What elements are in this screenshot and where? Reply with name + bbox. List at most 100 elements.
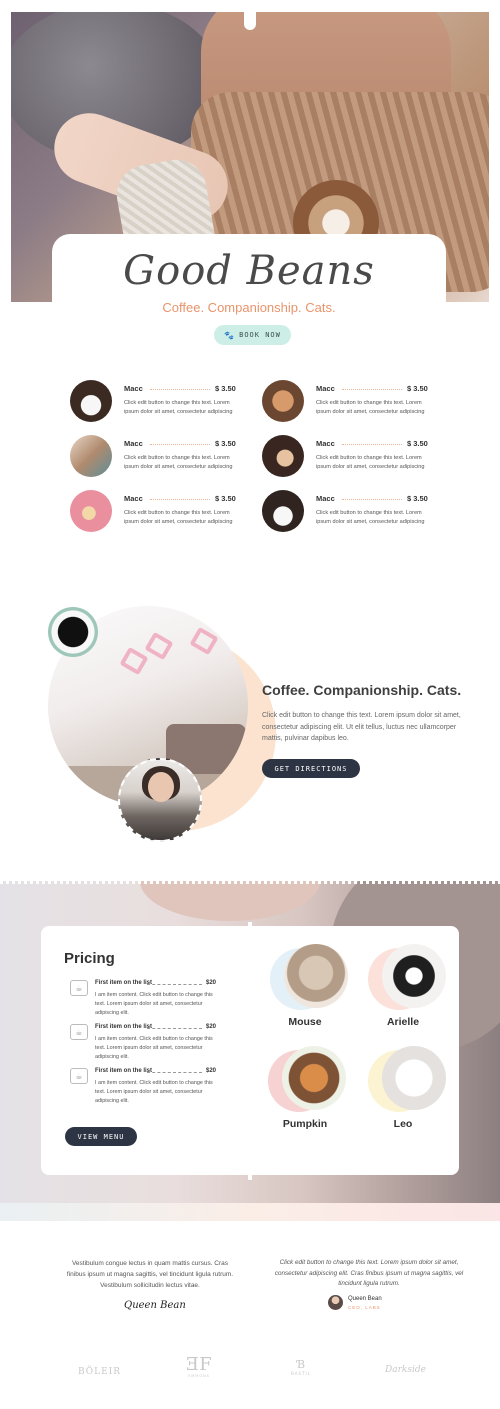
logo-emmons-label: EMMONS <box>188 1374 210 1378</box>
menu-item-name: Macc <box>316 384 335 393</box>
book-now-button[interactable]: 🐾 BOOK NOW <box>214 325 291 345</box>
price-dots <box>147 1028 202 1029</box>
paw-icon: 🐾 <box>224 330 236 340</box>
price-item-price: $20 <box>206 1024 217 1030</box>
logo-bastil-label: BASTIL <box>291 1371 311 1376</box>
menu-item-name: Macc <box>124 384 143 393</box>
price-item: ☕ First item on the list $20 I am item c… <box>70 980 220 1020</box>
price-item-price: $20 <box>206 1068 217 1074</box>
menu-item-description: Click edit button to change this text. L… <box>316 400 425 415</box>
menu-grid: Macc $ 3.50 Click edit button to change … <box>70 380 440 540</box>
cat-photo <box>284 944 348 1008</box>
shelf-shape <box>119 646 149 676</box>
cup-icon: ☕ <box>70 1024 88 1040</box>
menu-item-price: $ 3.50 <box>407 384 428 393</box>
cup-icon: ☕ <box>70 1068 88 1084</box>
menu-dots <box>342 389 402 390</box>
cat-card-mouse[interactable]: Mouse <box>270 944 370 1054</box>
card-divider <box>248 922 252 1180</box>
menu-item: Macc $ 3.50 Click edit button to change … <box>262 490 432 534</box>
menu-item-price: $ 3.50 <box>407 494 428 503</box>
about-text: Click edit button to change this text. L… <box>262 712 461 742</box>
pricing-title: Pricing <box>64 950 115 967</box>
b-mark-icon: Ɓ <box>296 1358 306 1371</box>
menu-item-price: $ 3.50 <box>215 494 236 503</box>
menu-item-name: Macc <box>316 494 335 503</box>
menu-item-price: $ 3.50 <box>215 384 236 393</box>
price-item-description: I am item content. Click edit button to … <box>95 992 213 1016</box>
gradient-strip <box>0 1203 500 1221</box>
price-dots <box>147 1072 202 1073</box>
price-item-name: First item on the list <box>95 980 153 986</box>
cat-name: Arielle <box>386 1016 420 1028</box>
price-item-description: I am item content. Click edit button to … <box>95 1080 213 1104</box>
get-directions-button[interactable]: GET DIRECTIONS <box>262 759 360 778</box>
person-image <box>118 758 202 842</box>
hero-title: Good Beans <box>123 248 375 294</box>
hero-section: Good Beans Coffee. Companionship. Cats. <box>0 0 500 360</box>
cup-icon: ☕ <box>70 980 88 996</box>
menu-item-name: Macc <box>316 439 335 448</box>
logo-emmons: ƎF EMMONS <box>184 1354 214 1379</box>
coffee-top-image <box>48 607 98 657</box>
cat-card-arielle[interactable]: Arielle <box>368 944 468 1054</box>
menu-dots <box>150 499 210 500</box>
cat-card-leo[interactable]: Leo <box>368 1046 468 1156</box>
testimonial-text: Vestibulum congue lectus in quam mattis … <box>66 1260 234 1289</box>
menu-item-price: $ 3.50 <box>215 439 236 448</box>
blur-shape <box>140 881 320 921</box>
pink-thumb <box>70 490 112 532</box>
about-section: Coffee. Companionship. Cats. Click edit … <box>0 580 500 860</box>
price-item-description: I am item content. Click edit button to … <box>95 1036 213 1060</box>
cafe-thumb <box>70 435 112 477</box>
price-item-name: First item on the list <box>95 1024 153 1030</box>
logo-darkside: Darkside <box>385 1365 426 1375</box>
avatar <box>328 1295 343 1310</box>
menu-item-price: $ 3.50 <box>407 439 428 448</box>
latte-thumb <box>262 380 304 422</box>
cat-photo <box>382 944 446 1008</box>
book-now-label: BOOK NOW <box>239 331 281 339</box>
menu-item: Macc $ 3.50 Click edit button to change … <box>262 435 432 479</box>
price-item: ☕ First item on the list $20 I am item c… <box>70 1024 220 1064</box>
cat-card-pumpkin[interactable]: Pumpkin <box>268 1046 368 1156</box>
coffee-thumb <box>70 380 112 422</box>
cat-name: Mouse <box>288 1016 322 1028</box>
menu-dots <box>150 389 210 390</box>
cat-photo <box>282 1046 346 1110</box>
menu-dots <box>342 499 402 500</box>
view-menu-button[interactable]: VIEW MENU <box>65 1127 137 1146</box>
menu-item-description: Click edit button to change this text. L… <box>316 455 425 470</box>
espresso-thumb <box>262 490 304 532</box>
menu-item-name: Macc <box>124 439 143 448</box>
price-item-name: First item on the list <box>95 1068 153 1074</box>
menu-dots <box>150 444 210 445</box>
price-item-price: $20 <box>206 980 217 986</box>
menu-item-description: Click edit button to change this text. L… <box>316 510 425 525</box>
menu-item-description: Click edit button to change this text. L… <box>124 455 233 470</box>
menu-item-description: Click edit button to change this text. L… <box>124 510 233 525</box>
logo-bastil: Ɓ BASTIL <box>286 1358 316 1376</box>
face-shape <box>148 772 174 802</box>
author-name: Queen Bean <box>348 1296 382 1302</box>
shelf-shape <box>189 626 219 656</box>
about-title: Coffee. Companionship. Cats. <box>262 682 462 698</box>
zigzag-edge <box>0 881 500 884</box>
menu-item: Macc $ 3.50 Click edit button to change … <box>262 380 432 424</box>
menu-dots <box>342 444 402 445</box>
cat-name: Pumpkin <box>282 1118 328 1130</box>
price-item: ☕ First item on the list $20 I am item c… <box>70 1068 220 1108</box>
menu-item: Macc $ 3.50 Click edit button to change … <box>70 490 240 534</box>
hero-subtitle: Coffee. Companionship. Cats. <box>162 300 336 315</box>
cup-thumb <box>262 435 304 477</box>
hero-notch <box>244 10 256 30</box>
cat-name: Leo <box>393 1118 413 1130</box>
cat-photo <box>382 1046 446 1110</box>
menu-item: Macc $ 3.50 Click edit button to change … <box>70 380 240 424</box>
signature: Queen Bean <box>124 1300 186 1311</box>
quote-text: Click edit button to change this text. L… <box>274 1259 464 1287</box>
ef-mark-icon: ƎF <box>186 1354 212 1375</box>
author-role: CEO, LABS <box>348 1305 381 1310</box>
menu-item-name: Macc <box>124 494 143 503</box>
logo-boleir: BÖLEIR <box>78 1367 122 1377</box>
